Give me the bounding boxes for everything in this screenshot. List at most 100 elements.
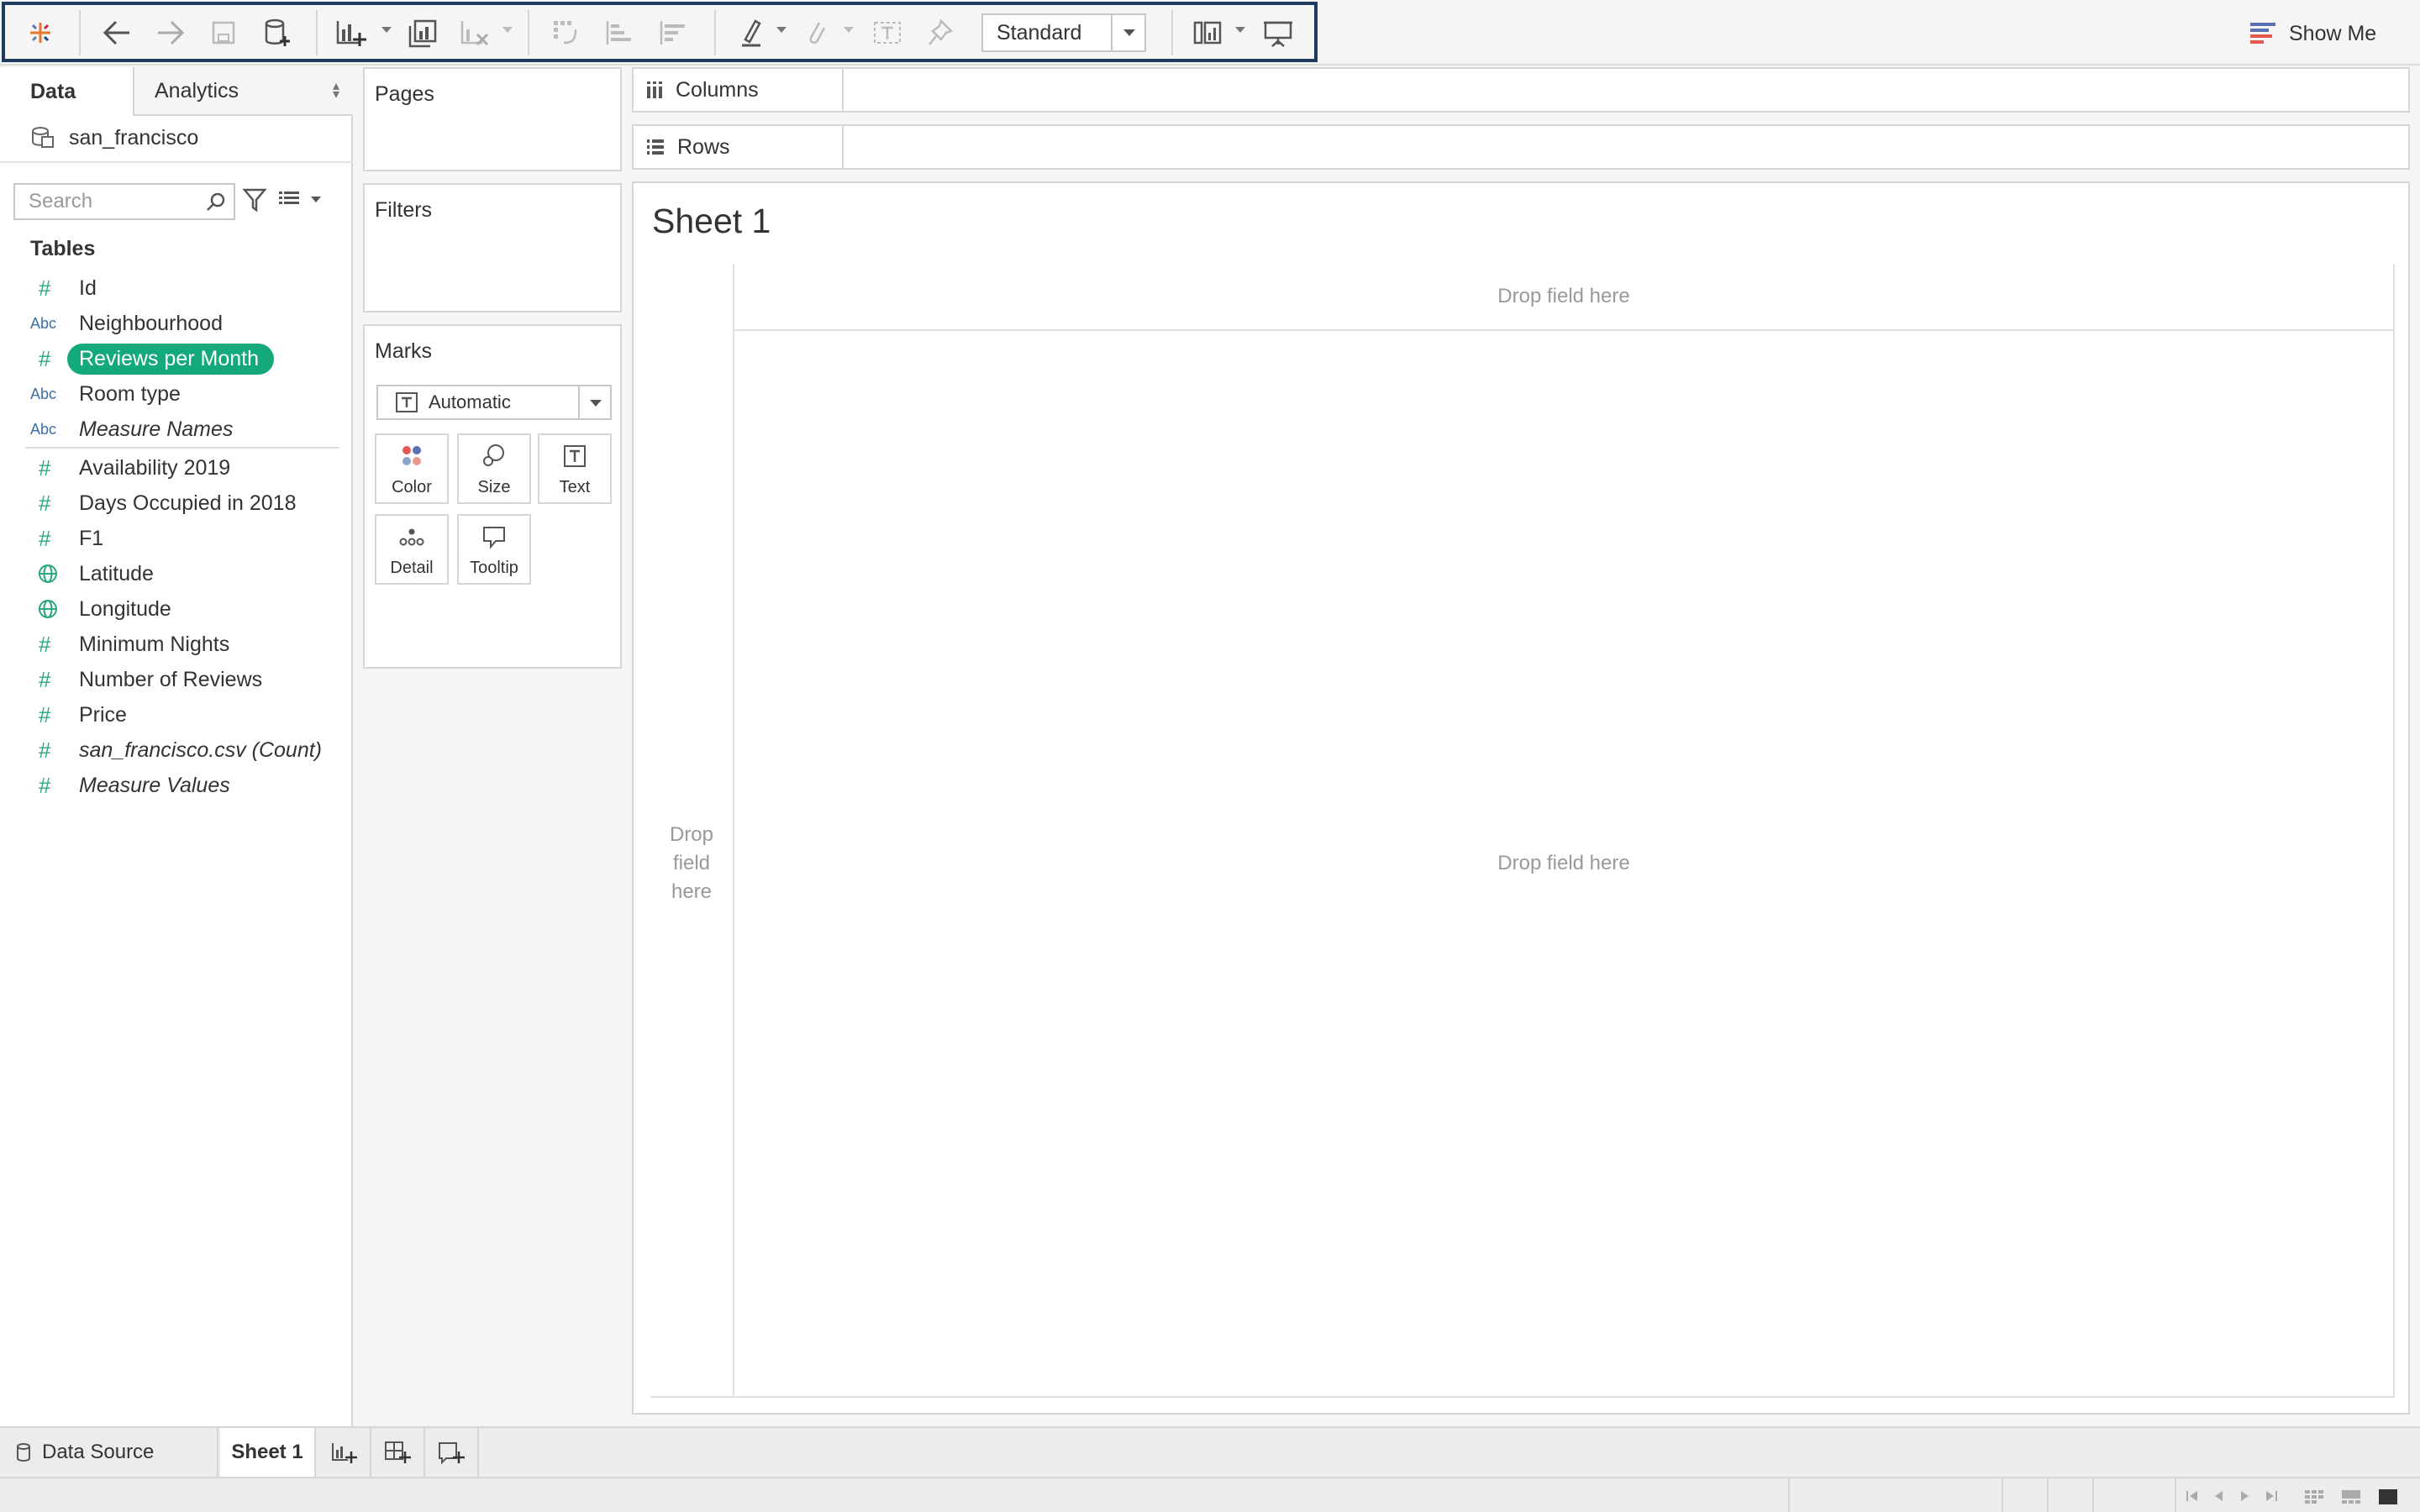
sheet-tab-bar: Data Source Sheet 1 <box>0 1426 2420 1477</box>
tables-heading: Tables <box>30 237 96 260</box>
field-label: Neighbourhood <box>79 311 223 335</box>
status-bar <box>0 1477 2420 1512</box>
filmstrip-icon[interactable] <box>2341 1488 2361 1505</box>
color-button[interactable]: Color <box>375 433 449 504</box>
field-item[interactable]: # Id <box>30 271 350 305</box>
field-label: F1 <box>79 526 104 550</box>
field-item[interactable]: Abc Measure Names <box>30 412 350 446</box>
mark-type-select[interactable]: Automatic <box>376 385 612 420</box>
field-label: Latitude <box>79 561 154 585</box>
new-datasource-icon[interactable] <box>259 8 296 57</box>
duplicate-sheet-icon[interactable] <box>403 8 442 57</box>
field-item[interactable]: Abc Room type <box>30 377 350 411</box>
last-sheet-icon[interactable] <box>2264 1488 2279 1504</box>
filter-fields-icon[interactable] <box>242 186 267 217</box>
size-icon <box>483 444 504 466</box>
datasource-item[interactable]: san_francisco <box>30 123 198 153</box>
field-item[interactable]: Longitude <box>30 592 350 626</box>
color-icon <box>402 446 421 465</box>
previous-sheet-icon[interactable] <box>2212 1488 2227 1504</box>
view-size-select[interactable]: Standard <box>981 13 1146 52</box>
new-dashboard-tab-icon[interactable] <box>371 1428 425 1477</box>
sort-descending-icon[interactable] <box>654 8 692 57</box>
new-story-tab-icon[interactable] <box>425 1428 479 1477</box>
tooltip-icon <box>483 527 505 549</box>
new-worksheet-tab-icon[interactable] <box>318 1428 371 1477</box>
next-sheet-icon[interactable] <box>2237 1488 2252 1504</box>
tab-data-source[interactable]: Data Source <box>0 1428 218 1477</box>
field-item[interactable]: Latitude <box>30 557 350 591</box>
search-icon <box>207 192 225 211</box>
search-placeholder: Search <box>29 190 93 213</box>
field-label: Room type <box>79 381 181 406</box>
rows-label: Rows <box>677 134 730 159</box>
number-type-icon: # <box>39 275 51 301</box>
data-source-label: Data Source <box>42 1441 155 1463</box>
field-item[interactable]: # san_francisco.csv (Count) <box>30 733 350 767</box>
tab-sheet-1[interactable]: Sheet 1 <box>220 1428 316 1477</box>
text-button[interactable]: Text <box>538 433 612 504</box>
field-item[interactable]: # Availability 2019 <box>30 451 350 485</box>
text-icon <box>564 445 586 467</box>
sort-ascending-icon[interactable] <box>600 8 639 57</box>
sheet-title[interactable]: Sheet 1 <box>652 202 771 241</box>
columns-shelf[interactable]: Columns <box>632 67 2410 113</box>
detail-label: Detail <box>390 559 434 577</box>
field-label: san_francisco.csv (Count) <box>79 738 323 762</box>
number-type-icon: # <box>39 666 51 692</box>
datasource-name: san_francisco <box>69 125 199 150</box>
mark-type-value: Automatic <box>429 391 511 412</box>
highlight-icon[interactable] <box>733 8 770 57</box>
rows-shelf-label: Rows <box>634 126 844 168</box>
group-icon[interactable] <box>798 8 835 57</box>
chevron-down-icon[interactable] <box>1111 15 1144 50</box>
drop-zone-main[interactable]: Drop field here <box>733 331 2395 1398</box>
size-button[interactable]: Size <box>457 433 531 504</box>
back-icon[interactable] <box>96 8 138 57</box>
drop-zone-rows[interactable]: Drop field here <box>650 331 733 1398</box>
drop-zone-columns[interactable]: Drop field here <box>733 264 2395 331</box>
presentation-icon[interactable] <box>1259 8 1297 57</box>
cards-icon[interactable] <box>1188 8 1228 57</box>
field-label: Minimum Nights <box>79 632 230 656</box>
pages-title: Pages <box>375 82 434 106</box>
columns-icon <box>647 81 662 98</box>
field-item[interactable]: # Days Occupied in 2018 <box>30 486 350 520</box>
field-label: Number of Reviews <box>79 667 263 691</box>
view-fields-icon[interactable] <box>277 186 328 217</box>
tooltip-button[interactable]: Tooltip <box>457 514 531 585</box>
field-item[interactable]: # Number of Reviews <box>30 663 350 696</box>
text-label: Text <box>559 478 591 496</box>
search-input[interactable]: Search <box>13 183 235 220</box>
field-item[interactable]: Abc Neighbourhood <box>30 307 350 340</box>
tableau-logo-icon[interactable] <box>20 8 60 57</box>
toolbar: Standard Show Me <box>0 0 2420 66</box>
sheet-sorter-icon[interactable] <box>2304 1488 2324 1505</box>
tab-data[interactable]: Data <box>0 67 133 116</box>
tab-analytics[interactable]: Analytics ▴ ▾ <box>133 67 353 116</box>
pages-shelf[interactable]: Pages <box>363 67 622 171</box>
swap-icon[interactable] <box>546 8 587 57</box>
field-item[interactable]: # Price <box>30 698 350 732</box>
first-sheet-icon[interactable] <box>2185 1488 2200 1504</box>
field-item-selected[interactable]: # Reviews per Month <box>30 342 350 375</box>
pin-icon[interactable] <box>921 8 960 57</box>
chevron-down-icon[interactable] <box>578 386 610 418</box>
labels-icon[interactable] <box>867 8 908 57</box>
field-item[interactable]: # Minimum Nights <box>30 627 350 661</box>
show-me-icon <box>2250 23 2275 44</box>
new-worksheet-icon[interactable] <box>331 8 371 57</box>
rows-shelf[interactable]: Rows <box>632 124 2410 170</box>
tabs-view-icon[interactable] <box>2378 1488 2398 1505</box>
save-icon[interactable] <box>205 8 242 57</box>
globe-icon <box>30 563 79 585</box>
clear-sheet-icon[interactable] <box>455 8 494 57</box>
forward-icon[interactable] <box>150 8 192 57</box>
show-me-button[interactable]: Show Me <box>2249 15 2376 52</box>
filters-shelf[interactable]: Filters <box>363 183 622 312</box>
number-type-icon: # <box>39 631 51 657</box>
field-item[interactable]: # F1 <box>30 522 350 555</box>
field-item[interactable]: # Measure Values <box>30 769 350 802</box>
tab-analytics-label: Analytics <box>155 78 239 102</box>
detail-button[interactable]: Detail <box>375 514 449 585</box>
